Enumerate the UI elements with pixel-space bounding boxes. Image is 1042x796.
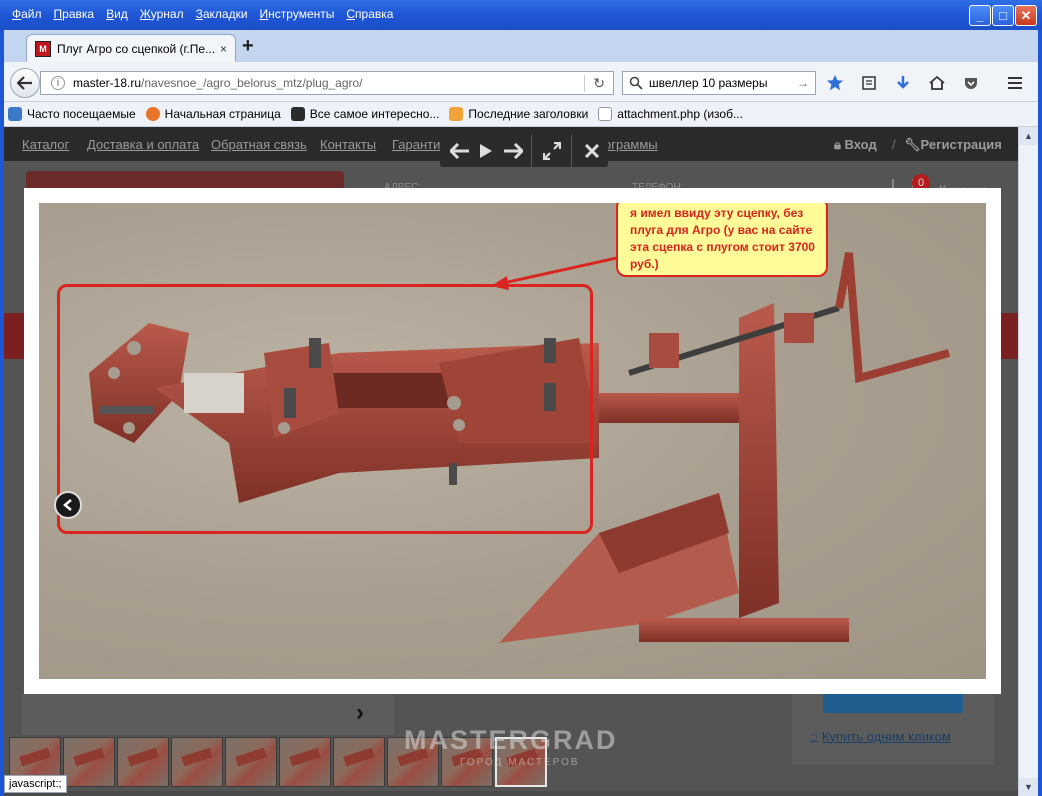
hand-pointer-icon: ☝︎ [810,728,818,743]
home-icon[interactable] [926,72,948,94]
menu-hamburger-icon[interactable] [1004,72,1026,94]
lightbox-prev-button[interactable] [54,491,82,519]
web-page: Каталог Доставка и оплата Обратная связь… [4,127,1018,796]
menu-bookmarks[interactable]: Закладки [190,6,254,22]
url-domain: master-18.ru [73,76,142,90]
back-button[interactable] [10,68,40,98]
scroll-up-icon[interactable]: ▲ [1019,127,1038,145]
product-photo: я имел ввиду эту сцепку, без плуга для А… [39,203,986,679]
thumbnail[interactable] [171,737,223,787]
lightbox-controls [440,135,608,167]
gallery-next-icon[interactable]: › [356,699,364,727]
bookmark-most-visited[interactable]: Часто посещаемые [8,107,136,121]
banner-strip-left [4,313,24,359]
site-info-icon[interactable]: i [51,76,65,90]
login-link[interactable]: 🔒︎ Вход [834,137,877,153]
watermark-subtitle: ГОРОД МАСТЕРОВ [460,757,580,768]
nav-link-feedback[interactable]: Обратная связь [211,137,307,152]
maximize-button[interactable]: □ [992,5,1014,26]
image-lightbox: я имел ввиду эту сцепку, без плуга для А… [24,188,1001,694]
menu-help[interactable]: Справка [340,6,399,22]
lightbox-fullscreen-icon[interactable] [536,135,568,167]
thumbnail[interactable] [117,737,169,787]
thumbnail[interactable] [225,737,277,787]
minimize-button[interactable]: _ [969,5,991,26]
menu-tools[interactable]: Инструменты [254,6,341,22]
wrench-icon: 🔧︎ [904,137,921,152]
window-titlebar: Файл Правка Вид Журнал Закладки Инструме… [0,0,1042,30]
site-favicon-icon: M [35,40,51,57]
page-icon [598,107,613,121]
vertical-scrollbar[interactable]: ▲ ▼ [1018,127,1038,796]
reading-list-icon[interactable] [858,72,880,94]
buy-one-click-link[interactable]: ☝︎ Купить одним кликом [810,728,951,744]
tab-close-icon[interactable]: × [220,42,227,56]
browser-tab[interactable]: M Плуг Агро со сцепкой (г.Пе... × [26,34,236,62]
lightbox-prev-icon[interactable] [446,135,474,167]
thumbnail[interactable] [63,737,115,787]
address-bar[interactable]: i master-18.ru /navesnoe_/agro_belorus_m… [40,71,614,95]
tab-title: Плуг Агро со сцепкой (г.Пе... [57,41,214,56]
tab-strip: M Плуг Агро со сцепкой (г.Пе... × + [4,30,1038,62]
window-frame-right [1038,30,1042,796]
navigation-bar: i master-18.ru /navesnoe_/agro_belorus_m… [4,62,1038,102]
lightbox-next-icon[interactable] [499,135,527,167]
reload-icon[interactable]: ↻ [584,74,605,92]
divider [571,135,573,167]
close-window-button[interactable]: ✕ [1015,5,1037,26]
annotation-highlight-box [57,284,593,534]
bookmark-attachment[interactable]: attachment.php (изоб... [598,107,743,121]
separator: / [892,137,896,152]
bookmark-site-icon [290,107,305,121]
nav-link-contacts[interactable]: Контакты [320,137,376,152]
lightbox-play-icon[interactable] [474,135,500,167]
bookmark-star-icon[interactable] [824,72,846,94]
bookmark-latest-headlines[interactable]: Последние заголовки [449,107,588,121]
menu-edit[interactable]: Правка [48,6,101,22]
bookmarks-toolbar: Часто посещаемые Начальная страница Все … [4,102,1038,127]
lightbox-close-icon[interactable] [576,135,608,167]
downloads-icon[interactable] [892,72,914,94]
nav-link-catalog[interactable]: Каталог [22,137,69,152]
menu-bar: Файл Правка Вид Журнал Закладки Инструме… [6,6,399,22]
back-arrow-icon [17,76,32,90]
search-icon [629,76,643,90]
search-value: швеллер 10 размеры [649,76,768,90]
rss-icon [449,107,464,121]
register-link[interactable]: 🔧︎Регистрация [904,137,1002,153]
thumbnail[interactable] [333,737,385,787]
banner-strip-right [1000,313,1018,359]
scroll-down-icon[interactable]: ▼ [1019,778,1038,796]
nav-link-programs[interactable]: ограммы [604,137,658,152]
status-bar: javascript:; [4,775,67,793]
url-path: /navesnoe_/agro_belorus_mtz/plug_agro/ [141,76,363,90]
watermark: MASTERGRAD [404,725,618,755]
product-gallery [22,693,394,735]
divider [530,135,532,167]
lock-icon: 🔒︎ [834,137,841,152]
search-go-icon[interactable]: → [797,76,809,90]
bookmark-most-interesting[interactable]: Все самое интересно... [290,107,439,121]
annotation-callout: я имел ввиду эту сцепку, без плуга для А… [616,203,828,277]
nav-link-delivery[interactable]: Доставка и оплата [87,137,199,152]
search-input[interactable]: швеллер 10 размеры → [622,71,816,95]
thumbnail[interactable] [279,737,331,787]
pocket-icon[interactable] [960,72,982,94]
new-tab-button[interactable]: + [242,36,254,56]
menu-history[interactable]: Журнал [134,6,190,22]
menu-view[interactable]: Вид [100,6,134,22]
most-visited-icon [8,107,22,121]
firefox-icon [145,107,160,121]
bookmark-home-page[interactable]: Начальная страница [145,107,281,121]
nav-link-warranty[interactable]: Гаранти [392,137,440,152]
menu-file[interactable]: Файл [6,6,48,22]
